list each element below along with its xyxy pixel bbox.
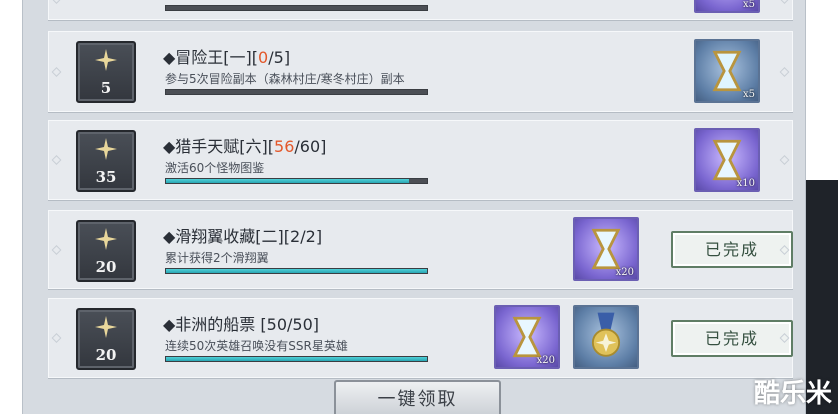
- reward-item-hourglass[interactable]: x5: [694, 39, 760, 103]
- achievement-desc: 累计获得2个滑翔翼: [165, 251, 269, 265]
- progress-target: 5: [273, 48, 284, 67]
- level-number: 35: [95, 168, 117, 186]
- achievement-row: 5 ◆冒险王[一][0/5] 参与5次冒险副本（森林村庄/寒冬村庄）副本 x5: [48, 31, 793, 112]
- reward-qty: x20: [615, 267, 634, 278]
- progress-bar: [165, 356, 428, 362]
- progress-target: 2: [305, 227, 316, 246]
- progress-target: 60: [299, 137, 321, 156]
- reward-item-hourglass[interactable]: x10: [694, 128, 760, 192]
- level-number: 5: [100, 79, 112, 97]
- progress-current: 50: [266, 315, 287, 334]
- progress-bar: [165, 5, 428, 11]
- level-badge: 20: [76, 308, 136, 370]
- level-badge: 35: [76, 130, 136, 192]
- compass-star-icon: [95, 138, 117, 160]
- completed-button[interactable]: 已完成: [671, 231, 793, 268]
- progress-bar: [165, 178, 428, 184]
- reward-qty: x20: [536, 355, 555, 366]
- medal-icon: [591, 312, 621, 357]
- reward-item-hourglass[interactable]: x20: [494, 305, 560, 369]
- reward-item-hourglass[interactable]: x5: [694, 0, 760, 13]
- level-number: 20: [95, 258, 117, 276]
- level-badge: 20: [76, 220, 136, 282]
- achievement-desc: 激活60个怪物图鉴: [165, 161, 265, 175]
- watermark-logo: 酷乐米: [753, 379, 832, 409]
- completed-button[interactable]: 已完成: [671, 320, 793, 357]
- reward-qty: x10: [736, 178, 755, 189]
- compass-star-icon: [95, 316, 117, 338]
- progress-bar: [165, 268, 428, 274]
- achievement-desc: 连续50次英雄召唤没有SSR星英雄: [165, 339, 348, 353]
- achievement-title: ◆非洲的船票 [50/50]: [163, 315, 319, 334]
- reward-item-medal[interactable]: [573, 305, 639, 369]
- achievement-name: ◆滑翔翼收藏[二]: [163, 227, 284, 246]
- achievement-name: ◆猎手天赋[六]: [163, 137, 268, 156]
- reward-qty: x5: [742, 89, 755, 100]
- achievement-row: 20 ◆非洲的船票 [50/50] 连续50次英雄召唤没有SSR星英雄 x20 …: [48, 298, 793, 378]
- achievement-row: x5: [48, 0, 793, 20]
- achievement-desc: 参与5次冒险副本（森林村庄/寒冬村庄）副本: [165, 72, 405, 86]
- reward-item-hourglass[interactable]: x20: [573, 217, 639, 281]
- reward-qty: x5: [742, 0, 755, 10]
- progress-current: 2: [290, 227, 301, 246]
- compass-star-icon: [95, 228, 117, 250]
- progress-current: 56: [274, 137, 295, 156]
- progress-current: 0: [258, 48, 269, 67]
- achievement-title: ◆冒险王[一][0/5]: [163, 48, 291, 67]
- level-badge: 5: [76, 41, 136, 103]
- achievement-name: ◆冒险王[一]: [163, 48, 252, 67]
- progress-bar: [165, 89, 428, 95]
- progress-target: 50: [292, 315, 313, 334]
- bulk-claim-button[interactable]: 一键领取: [334, 380, 501, 414]
- achievement-panel: x5 5 ◆冒险王[一][0/5] 参与5次冒险副本（森林村庄/寒冬村庄）副本 …: [22, 0, 806, 414]
- achievement-title: ◆滑翔翼收藏[二][2/2]: [163, 227, 323, 246]
- achievement-name: ◆非洲的船票: [163, 315, 256, 334]
- level-number: 20: [95, 346, 117, 364]
- compass-star-icon: [95, 49, 117, 71]
- achievement-row: 20 ◆滑翔翼收藏[二][2/2] 累计获得2个滑翔翼 x20 已完成: [48, 210, 793, 289]
- achievement-row: 35 ◆猎手天赋[六][56/60] 激活60个怪物图鉴 x10: [48, 120, 793, 200]
- achievement-title: ◆猎手天赋[六][56/60]: [163, 137, 327, 156]
